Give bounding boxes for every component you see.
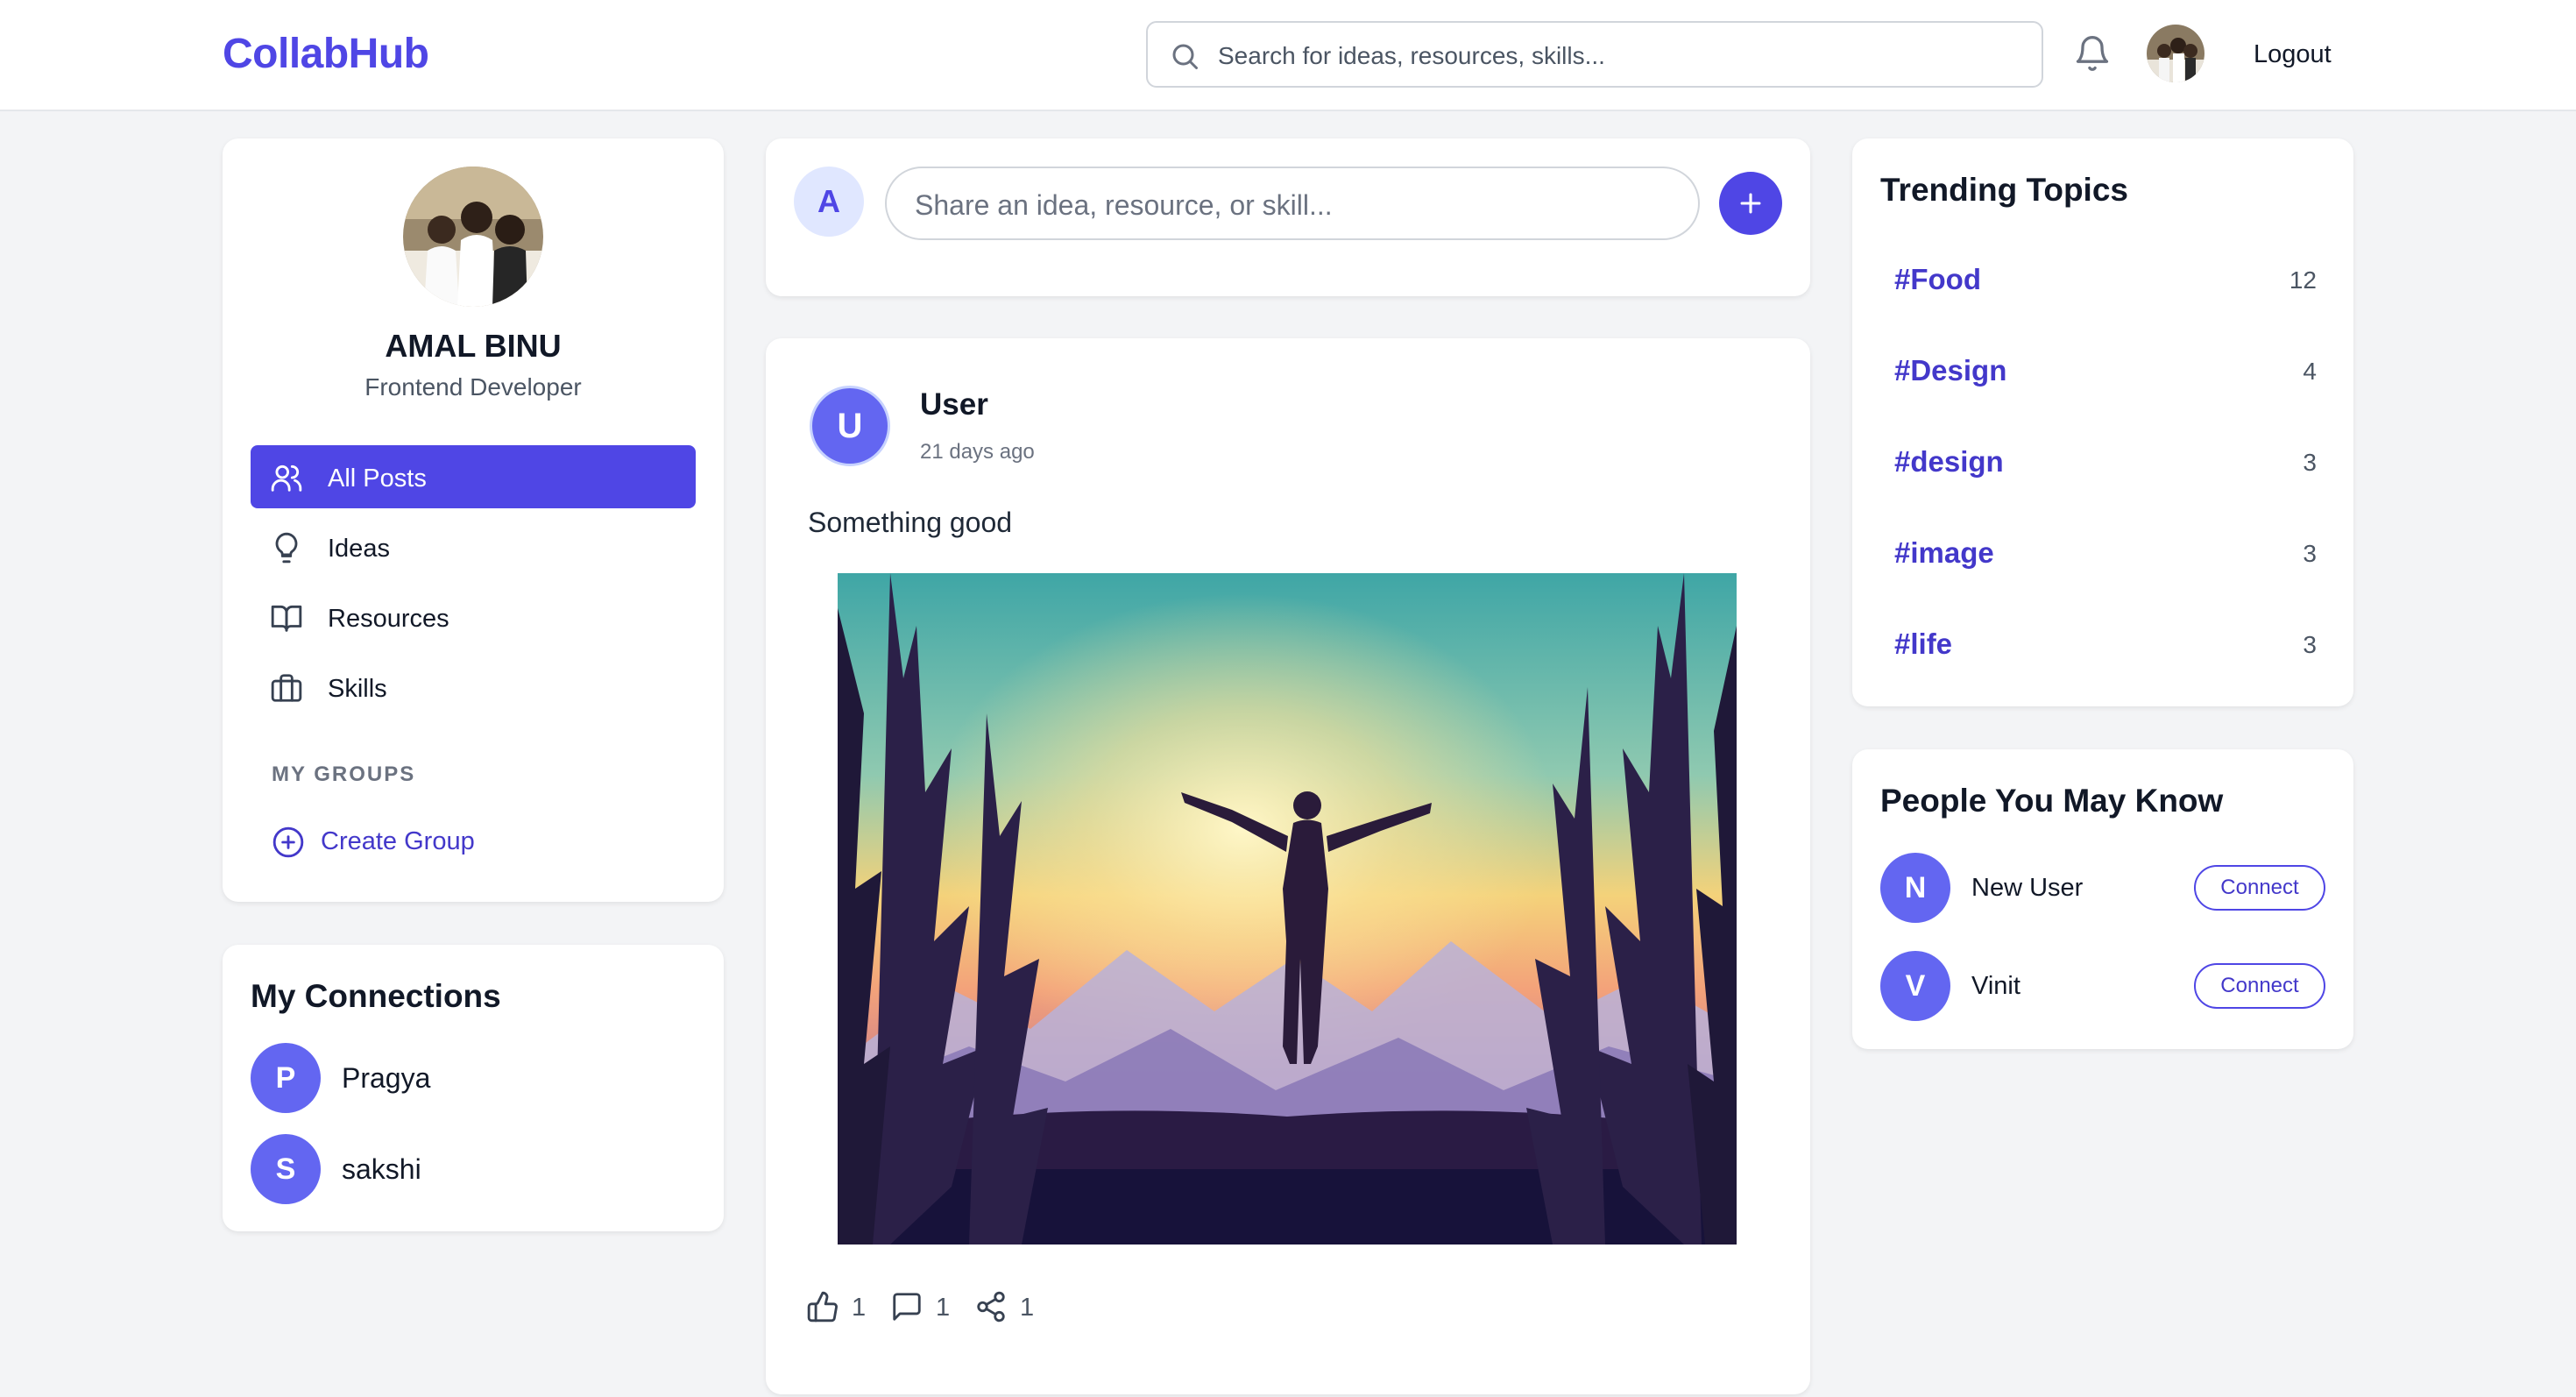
trending-topic[interactable]: #image 3 <box>1880 521 2325 584</box>
comment-button[interactable]: 1 <box>890 1287 960 1327</box>
topic-tag: #life <box>1894 628 1953 660</box>
top-navbar: CollabHub Search for ideas, resources, s… <box>0 0 2576 111</box>
connect-button[interactable]: Connect <box>2194 963 2325 1009</box>
topic-count: 4 <box>2303 358 2317 385</box>
person-avatar[interactable]: V <box>1880 951 1950 1021</box>
post-timestamp: 21 days ago <box>920 440 1035 464</box>
topic-tag: #image <box>1894 536 1994 569</box>
trending-topic[interactable]: #Design 4 <box>1880 338 2325 401</box>
people-you-may-know-card: People You May Know N New User Connect V… <box>1852 749 2353 1049</box>
composer-avatar: A <box>794 167 864 237</box>
book-icon <box>271 605 302 632</box>
users-icon <box>271 464 302 492</box>
thumbs-up-icon <box>807 1291 838 1323</box>
like-count: 1 <box>852 1294 867 1322</box>
comment-icon <box>893 1293 921 1321</box>
trending-topics-card: Trending Topics #Food 12 #Design 4 #desi… <box>1852 138 2353 706</box>
search-placeholder: Search for ideas, resources, skills... <box>1218 42 1605 69</box>
trending-topic[interactable]: #design 3 <box>1880 429 2325 493</box>
profile-name: AMAL BINU <box>385 328 562 364</box>
nav-label: Skills <box>328 675 387 703</box>
person-name[interactable]: Vinit <box>1971 972 2020 1001</box>
post-author-avatar[interactable]: U <box>810 386 890 466</box>
topic-count: 12 <box>2289 266 2317 294</box>
logout-button[interactable]: Logout <box>2254 40 2332 69</box>
connection-name[interactable]: sakshi <box>342 1153 421 1186</box>
comment-count: 1 <box>936 1294 951 1322</box>
profile-card: AMAL BINU Frontend Developer All Posts I… <box>223 138 724 902</box>
share-button[interactable]: 1 <box>974 1287 1044 1327</box>
nav-ideas[interactable]: Ideas <box>251 515 696 578</box>
connection-avatar[interactable]: P <box>251 1043 321 1113</box>
plus-icon <box>1740 193 1761 214</box>
nav-resources[interactable]: Resources <box>251 585 696 649</box>
connections-card: My Connections P Pragya S sakshi <box>223 945 724 1231</box>
post-text: Something good <box>808 507 1013 538</box>
connection-name[interactable]: Pragya <box>342 1062 430 1095</box>
user-avatar[interactable] <box>2147 25 2204 82</box>
search-input[interactable]: Search for ideas, resources, skills... <box>1146 21 2043 88</box>
profile-role: Frontend Developer <box>364 373 582 401</box>
topic-tag: #Design <box>1894 354 2007 386</box>
profile-avatar[interactable] <box>403 167 543 307</box>
share-count: 1 <box>1020 1294 1035 1322</box>
connection-avatar[interactable]: S <box>251 1134 321 1204</box>
people-title: People You May Know <box>1880 783 2224 819</box>
notification-bell-icon[interactable] <box>2073 32 2112 75</box>
connections-title: My Connections <box>251 978 501 1014</box>
post-image[interactable] <box>838 573 1737 1245</box>
person-name[interactable]: New User <box>1971 874 2083 903</box>
nav-label: Resources <box>328 605 449 633</box>
topic-count: 3 <box>2303 631 2317 658</box>
trending-topic[interactable]: #Food 12 <box>1880 247 2325 310</box>
post-author-name[interactable]: User <box>920 387 988 422</box>
post-card: U User 21 days ago Something good 1 1 1 <box>766 338 1810 1394</box>
new-post-button[interactable] <box>1719 172 1782 235</box>
briefcase-icon <box>271 674 302 702</box>
nav-all-posts[interactable]: All Posts <box>251 445 696 508</box>
topic-count: 3 <box>2303 540 2317 567</box>
nav-label: All Posts <box>328 464 427 493</box>
create-group-label: Create Group <box>321 827 475 855</box>
share-icon <box>977 1291 1005 1323</box>
post-composer: A Share an idea, resource, or skill... <box>766 138 1810 296</box>
topic-tag: #Food <box>1894 263 1981 295</box>
lightbulb-icon <box>275 532 298 564</box>
plus-circle-icon <box>272 826 304 858</box>
my-groups-heading: MY GROUPS <box>272 762 416 786</box>
person-avatar[interactable]: N <box>1880 853 1950 923</box>
search-icon <box>1172 44 1198 69</box>
nav-skills[interactable]: Skills <box>251 656 696 719</box>
connect-button[interactable]: Connect <box>2194 865 2325 911</box>
trending-title: Trending Topics <box>1880 172 2128 208</box>
trending-topic[interactable]: #life 3 <box>1880 612 2325 675</box>
topic-tag: #design <box>1894 445 2004 478</box>
topic-count: 3 <box>2303 449 2317 476</box>
nav-label: Ideas <box>328 535 390 563</box>
like-button[interactable]: 1 <box>806 1287 876 1327</box>
app-logo[interactable]: CollabHub <box>223 30 429 78</box>
composer-input[interactable]: Share an idea, resource, or skill... <box>885 167 1700 240</box>
